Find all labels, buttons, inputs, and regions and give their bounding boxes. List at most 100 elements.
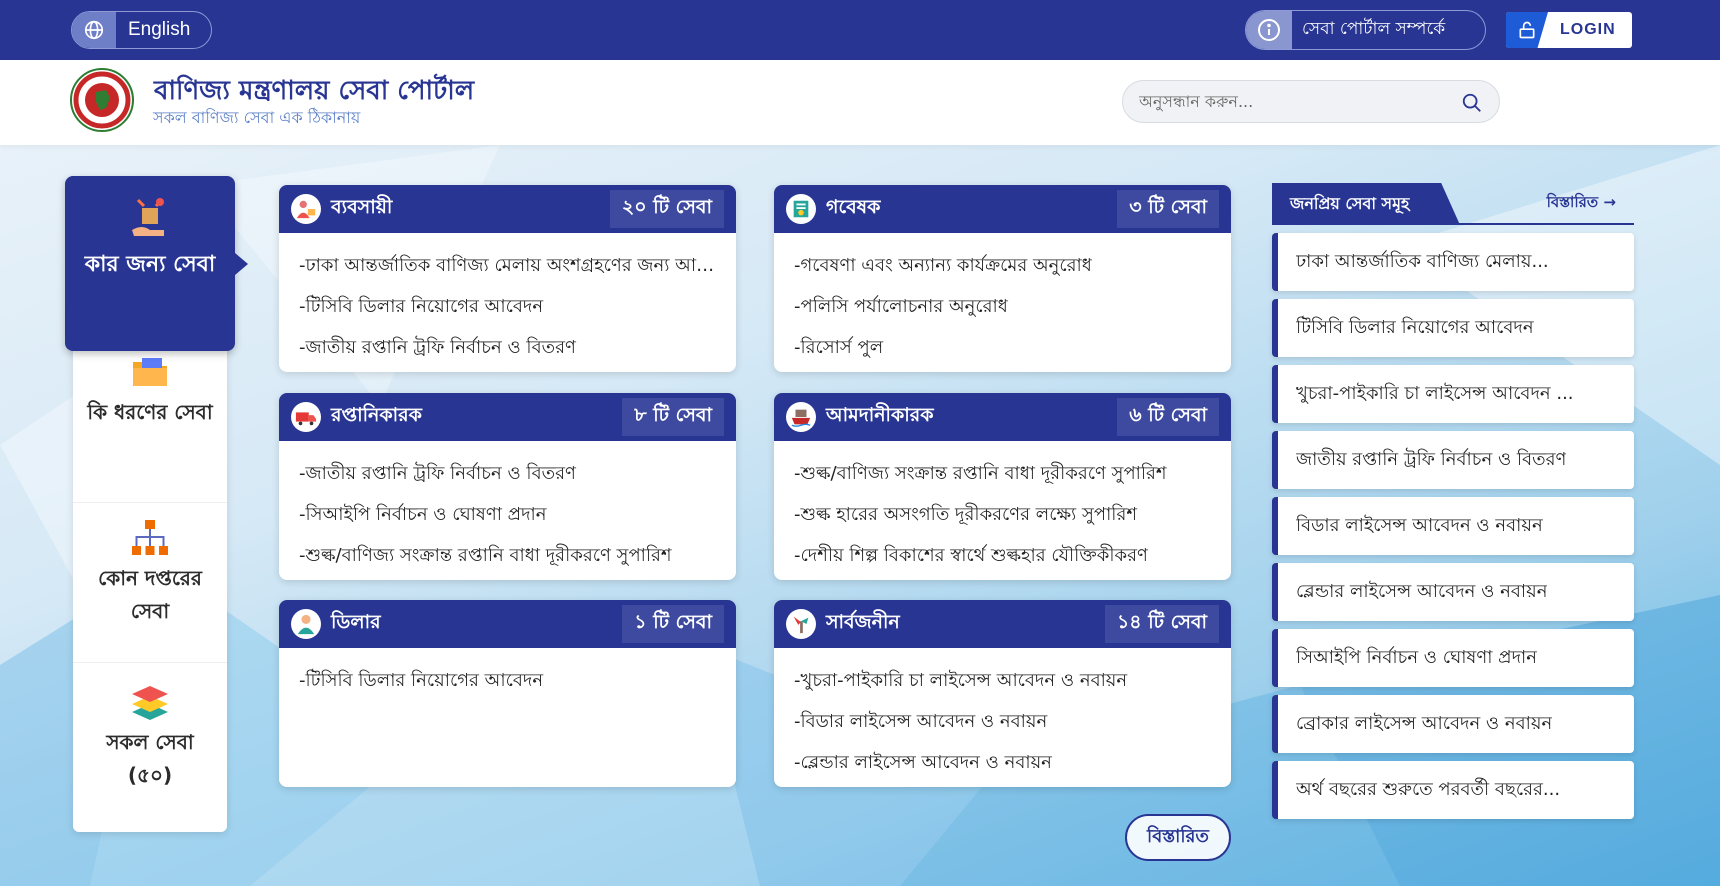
login-label: LOGIN — [1560, 21, 1616, 38]
popular-item-label: জাতীয় রপ্তানি ট্রফি নির্বাচন ও বিতরণ — [1296, 448, 1567, 470]
service-link[interactable]: -জাতীয় রপ্তানি ট্রফি নির্বাচন ও বিতরণ — [299, 327, 720, 368]
divider — [73, 662, 227, 663]
card-header: গবেষক ৩ টি সেবা — [774, 185, 1231, 233]
search-input[interactable] — [1139, 81, 1449, 122]
info-icon — [1246, 11, 1292, 49]
sidebar-item-label: কি ধরণের সেবা — [87, 400, 213, 424]
more-services-button[interactable]: বিস্তারিত — [1125, 814, 1231, 861]
service-list: -খুচরা-পাইকারি চা লাইসেন্স আবেদন ও নবায়… — [774, 648, 1231, 783]
popular-item-label: বিডার লাইসেন্স আবেদন ও নবায়ন — [1296, 514, 1543, 536]
popular-services-title: জনপ্রিয় সেবা সমূহ — [1272, 183, 1460, 225]
popular-item[interactable]: সিআইপি নির্বাচন ও ঘোষণা প্রদান — [1272, 629, 1634, 687]
popular-item-label: অর্থ বছরের শুরুতে পরবর্তী বছরের... — [1296, 778, 1561, 800]
service-link[interactable]: -টিসিবি ডিলার নিয়োগের আবেদন — [299, 286, 720, 327]
card-title: ডিলার — [331, 611, 381, 633]
org-chart-icon — [132, 520, 168, 555]
globe-icon — [72, 12, 116, 48]
service-link[interactable]: -খুচরা-পাইকারি চা লাইসেন্স আবেদন ও নবায়… — [794, 660, 1215, 701]
service-card-exporter[interactable]: রপ্তানিকারক ৮ টি সেবা -জাতীয় রপ্তানি ট্… — [279, 393, 736, 580]
sidebar-item-type[interactable]: কি ধরণের সেবা — [73, 352, 227, 429]
service-count-badge: ২০ টি সেবা — [609, 190, 724, 228]
divider — [73, 502, 227, 503]
service-card-researcher[interactable]: গবেষক ৩ টি সেবা -গবেষণা এবং অন্যান্য কার… — [774, 185, 1231, 372]
service-link[interactable]: -শুল্ক/বাণিজ্য সংক্রান্ত রপ্তানি বাধা দূ… — [794, 453, 1215, 494]
popular-item-label: ঢাকা আন্তর্জাতিক বাণিজ্য মেলায়... — [1296, 250, 1549, 272]
sidebar-item-label: কোন দপ্তরের সেবা — [98, 566, 202, 623]
service-list: -ঢাকা আন্তর্জাতিক বাণিজ্য মেলায় অংশগ্রহ… — [279, 233, 736, 368]
service-count-badge: ৩ টি সেবা — [1117, 190, 1219, 228]
popular-item[interactable]: বিডার লাইসেন্স আবেদন ও নবায়ন — [1272, 497, 1634, 555]
service-count-badge: ৮ টি সেবা — [622, 398, 724, 436]
service-card-importer[interactable]: আমদানীকারক ৬ টি সেবা -শুল্ক/বাণিজ্য সংক্… — [774, 393, 1231, 580]
popular-item[interactable]: খুচরা-পাইকারি চা লাইসেন্স আবেদন ... — [1272, 365, 1634, 423]
service-link[interactable]: -গবেষণা এবং অন্যান্য কার্যক্রমের অনুরোধ — [794, 245, 1215, 286]
service-list: -গবেষণা এবং অন্যান্য কার্যক্রমের অনুরোধ … — [774, 233, 1231, 368]
service-card-public[interactable]: সার্বজনীন ১৪ টি সেবা -খুচরা-পাইকারি চা ল… — [774, 600, 1231, 787]
service-card-businessman[interactable]: ব্যবসায়ী ২০ টি সেবা -ঢাকা আন্তর্জাতিক ব… — [279, 185, 736, 372]
card-header: রপ্তানিকারক ৮ টি সেবা — [279, 393, 736, 441]
service-link[interactable]: -ব্লেন্ডার লাইসেন্স আবেদন ও নবায়ন — [794, 742, 1215, 783]
service-link[interactable]: -শুল্ক হারের অসংগতি দূরীকরণের লক্ষ্যে সু… — [794, 494, 1215, 535]
sidebar-item-label: কার জন্য সেবা — [84, 252, 216, 277]
language-switch[interactable]: English — [71, 11, 212, 49]
service-hand-icon — [132, 198, 164, 236]
popular-item[interactable]: জাতীয় রপ্তানি ট্রফি নির্বাচন ও বিতরণ — [1272, 431, 1634, 489]
service-link[interactable]: -সিআইপি নির্বাচন ও ঘোষণা প্রদান — [299, 494, 720, 535]
search-box — [1122, 80, 1500, 123]
service-link[interactable]: -শুল্ক/বাণিজ্য সংক্রান্ত রপ্তানি বাধা দূ… — [299, 535, 720, 576]
arrow-right-icon: → — [1603, 193, 1616, 211]
layers-icon — [132, 686, 168, 720]
popular-item-label: ব্রোকার লাইসেন্স আবেদন ও নবায়ন — [1296, 712, 1553, 734]
sidebar-item-audience[interactable]: কার জন্য সেবা — [65, 176, 248, 351]
service-link[interactable]: -ঢাকা আন্তর্জাতিক বাণিজ্য মেলায় অংশগ্রহ… — [299, 245, 720, 286]
researcher-icon — [786, 194, 816, 224]
service-list: -জাতীয় রপ্তানি ট্রফি নির্বাচন ও বিতরণ -… — [279, 441, 736, 576]
dealer-icon — [291, 609, 321, 639]
card-title: রপ্তানিকারক — [331, 404, 422, 426]
service-link[interactable]: -দেশীয় শিল্প বিকাশের স্বার্থে শুল্কহার … — [794, 535, 1215, 576]
service-count-badge: ১ টি সেবা — [622, 605, 724, 643]
sidebar-item-office[interactable]: কোন দপ্তরের সেবা — [73, 518, 227, 628]
service-count-badge: ১৪ টি সেবা — [1104, 605, 1219, 643]
card-title: গবেষক — [826, 196, 881, 218]
login-button[interactable]: LOGIN — [1506, 12, 1632, 48]
popular-item-label: খুচরা-পাইকারি চা লাইসেন্স আবেদন ... — [1296, 382, 1574, 404]
about-portal-link[interactable]: সেবা পোর্টাল সম্পর্কে — [1245, 10, 1486, 50]
site-header: বাণিজ্য মন্ত্রণালয় সেবা পোর্টাল সকল বাণ… — [0, 60, 1720, 145]
service-link[interactable]: -টিসিবি ডিলার নিয়োগের আবেদন — [299, 660, 720, 701]
service-link[interactable]: -পলিসি পর্যালোচনার অনুরোধ — [794, 286, 1215, 327]
popular-item[interactable]: অর্থ বছরের শুরুতে পরবর্তী বছরের... — [1272, 761, 1634, 819]
card-header: ব্যবসায়ী ২০ টি সেবা — [279, 185, 736, 233]
service-count-badge: ৬ টি সেবা — [1117, 398, 1219, 436]
popular-item-label: টিসিবি ডিলার নিয়োগের আবেদন — [1296, 316, 1534, 338]
lock-icon — [1506, 12, 1548, 48]
about-label: সেবা পোর্টাল সম্পর্কে — [1302, 19, 1446, 39]
service-link[interactable]: -বিডার লাইসেন্স আবেদন ও নবায়ন — [794, 701, 1215, 742]
popular-item[interactable]: ঢাকা আন্তর্জাতিক বাণিজ্য মেলায়... — [1272, 233, 1634, 291]
popular-item[interactable]: ব্রোকার লাইসেন্স আবেদন ও নবায়ন — [1272, 695, 1634, 753]
businessman-icon — [291, 194, 321, 224]
popular-more-link[interactable]: বিস্তারিত → — [1547, 191, 1616, 216]
service-link[interactable]: -রিসোর্স পুল — [794, 327, 1215, 368]
popular-item[interactable]: টিসিবি ডিলার নিয়োগের আবেদন — [1272, 299, 1634, 357]
site-subtitle: সকল বাণিজ্য সেবা এক ঠিকানায় — [153, 108, 361, 127]
service-list: -শুল্ক/বাণিজ্য সংক্রান্ত রপ্তানি বাধা দূ… — [774, 441, 1231, 576]
popular-item-label: ব্লেন্ডার লাইসেন্স আবেদন ও নবায়ন — [1296, 580, 1548, 602]
service-link[interactable]: -জাতীয় রপ্তানি ট্রফি নির্বাচন ও বিতরণ — [299, 453, 720, 494]
card-title: আমদানীকারক — [826, 404, 934, 426]
service-list: -টিসিবি ডিলার নিয়োগের আবেদন — [279, 648, 736, 701]
service-card-dealer[interactable]: ডিলার ১ টি সেবা -টিসিবি ডিলার নিয়োগের আ… — [279, 600, 736, 787]
card-header: আমদানীকারক ৬ টি সেবা — [774, 393, 1231, 441]
public-icon — [786, 609, 816, 639]
language-label: English — [128, 19, 191, 40]
card-header: সার্বজনীন ১৪ টি সেবা — [774, 600, 1231, 648]
truck-icon — [291, 402, 321, 432]
sidebar-item-all[interactable]: সকল সেবা (৫০) — [73, 682, 227, 792]
search-icon[interactable] — [1461, 92, 1483, 118]
government-logo[interactable] — [70, 68, 134, 132]
sidebar-item-label: সকল সেবা (৫০) — [106, 730, 194, 787]
popular-item[interactable]: ব্লেন্ডার লাইসেন্স আবেদন ও নবায়ন — [1272, 563, 1634, 621]
folder-icon — [133, 358, 167, 386]
popular-item-label: সিআইপি নির্বাচন ও ঘোষণা প্রদান — [1296, 646, 1538, 668]
popular-services-header: জনপ্রিয় সেবা সমূহ বিস্তারিত → — [1272, 183, 1634, 225]
